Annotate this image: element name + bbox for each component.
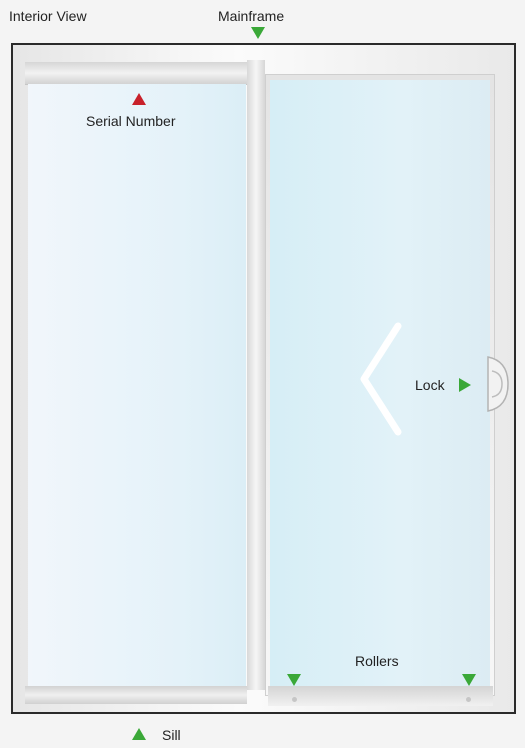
mainframe-marker-icon: [251, 27, 265, 39]
lock-handle: [487, 356, 509, 412]
roller-left-marker-icon: [287, 674, 301, 686]
sill-marker-icon: [132, 728, 146, 740]
lock-label: Lock: [415, 377, 445, 393]
mainframe-label: Mainframe: [218, 8, 285, 24]
view-title: Interior View: [9, 8, 87, 24]
sill-label: Sill: [162, 727, 181, 743]
bottom-rail-left: [25, 686, 247, 704]
roller-right-marker-icon: [462, 674, 476, 686]
mullion: [247, 60, 265, 690]
lock-marker-icon: [459, 378, 471, 392]
roller-hole-right: [466, 697, 471, 702]
serial-number-marker-icon: [132, 93, 146, 105]
top-rail-left: [25, 62, 247, 85]
rollers-label: Rollers: [355, 653, 399, 669]
left-glass-panel: [28, 84, 246, 686]
chevron-left-icon[interactable]: [358, 322, 404, 436]
serial-number-label: Serial Number: [86, 113, 176, 129]
roller-hole-left: [292, 697, 297, 702]
sash-bottom-rail: [268, 686, 493, 706]
